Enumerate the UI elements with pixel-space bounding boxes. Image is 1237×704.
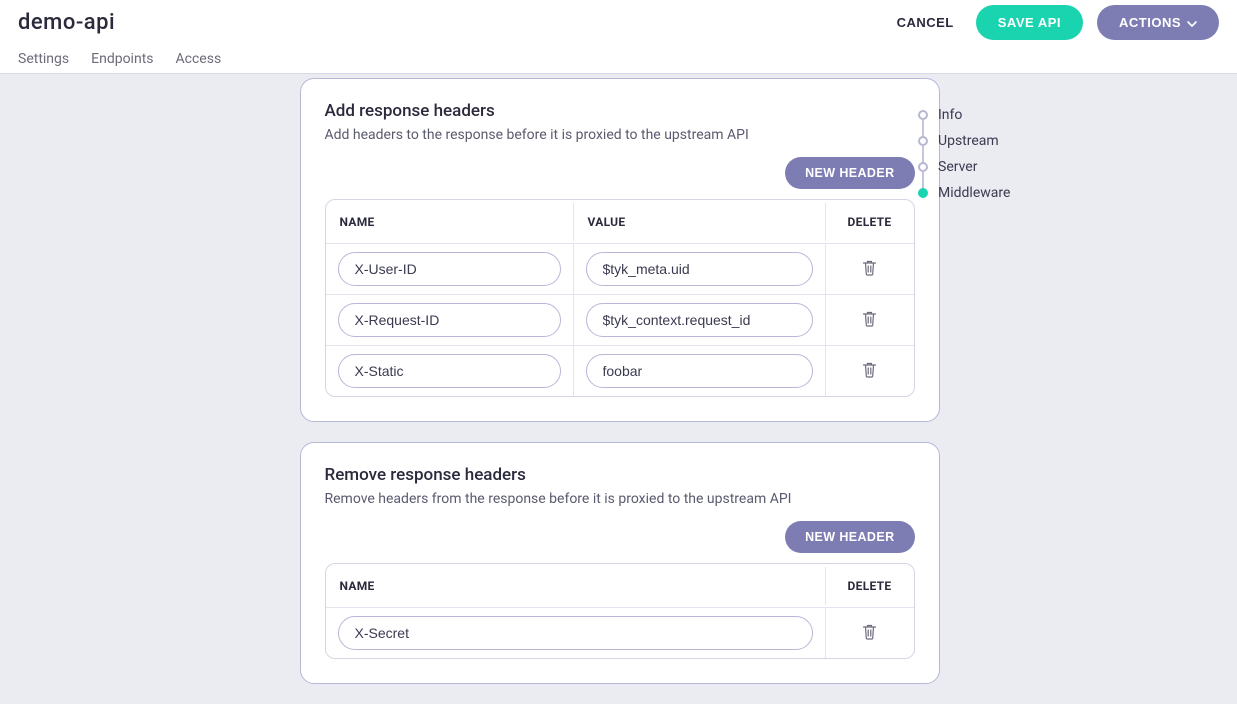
remove-headers-table: NAME DELETE <box>325 563 915 659</box>
header-name-input[interactable] <box>338 303 561 337</box>
save-api-button[interactable]: SAVE API <box>976 5 1083 40</box>
trash-icon <box>862 362 877 381</box>
header-name-input[interactable] <box>338 616 813 650</box>
card-desc: Remove headers from the response before … <box>325 491 915 507</box>
sidenav-item-middleware[interactable]: Middleware <box>918 180 1098 206</box>
table-row <box>326 346 914 396</box>
table-row <box>326 295 914 346</box>
table-row <box>326 244 914 295</box>
delete-row-button[interactable] <box>838 624 902 643</box>
app-title: demo-api <box>18 10 115 35</box>
sidenav-label: Upstream <box>938 133 999 149</box>
tab-access[interactable]: Access <box>176 51 222 67</box>
actions-button[interactable]: ACTIONS <box>1097 5 1219 40</box>
step-dot-icon <box>918 110 928 120</box>
col-header-value: VALUE <box>574 203 826 241</box>
cancel-button[interactable]: CANCEL <box>889 5 962 40</box>
col-header-name: NAME <box>326 567 826 605</box>
delete-row-button[interactable] <box>838 362 902 381</box>
sidenav-item-upstream[interactable]: Upstream <box>918 128 1098 154</box>
topbar-actions: CANCEL SAVE API ACTIONS <box>889 5 1219 40</box>
table-row <box>326 608 914 658</box>
sidenav-label: Server <box>938 159 977 175</box>
tab-settings[interactable]: Settings <box>18 51 69 67</box>
remove-response-headers-card: Remove response headers Remove headers f… <box>300 442 940 684</box>
side-nav: Info Upstream Server Middleware <box>918 78 1098 206</box>
card-title: Add response headers <box>325 101 915 121</box>
new-header-button[interactable]: NEW HEADER <box>785 157 914 189</box>
step-dot-icon <box>918 136 928 146</box>
add-headers-table: NAME VALUE DELETE <box>325 199 915 397</box>
sidenav-label: Info <box>938 107 962 123</box>
header-value-input[interactable] <box>586 252 813 286</box>
header-name-input[interactable] <box>338 252 561 286</box>
new-header-button[interactable]: NEW HEADER <box>785 521 914 553</box>
table-header-row: NAME DELETE <box>326 564 914 608</box>
col-header-delete: DELETE <box>826 203 914 241</box>
main: Add response headers Add headers to the … <box>0 74 1237 704</box>
delete-row-button[interactable] <box>838 311 902 330</box>
trash-icon <box>862 260 877 279</box>
step-dot-icon <box>918 188 928 198</box>
col-header-delete: DELETE <box>826 567 914 605</box>
tab-endpoints[interactable]: Endpoints <box>91 51 153 67</box>
header-value-input[interactable] <box>586 303 813 337</box>
tabs-row: Settings Endpoints Access <box>0 44 1237 74</box>
trash-icon <box>862 624 877 643</box>
add-response-headers-card: Add response headers Add headers to the … <box>300 78 940 422</box>
header-value-input[interactable] <box>586 354 813 388</box>
table-header-row: NAME VALUE DELETE <box>326 200 914 244</box>
sidenav-item-info[interactable]: Info <box>918 102 1098 128</box>
trash-icon <box>862 311 877 330</box>
col-header-name: NAME <box>326 203 574 241</box>
sidenav-label: Middleware <box>938 185 1010 201</box>
actions-button-label: ACTIONS <box>1119 15 1181 30</box>
topbar: demo-api CANCEL SAVE API ACTIONS <box>0 0 1237 44</box>
sidenav-item-server[interactable]: Server <box>918 154 1098 180</box>
chevron-down-icon <box>1187 17 1197 27</box>
card-title: Remove response headers <box>325 465 915 485</box>
delete-row-button[interactable] <box>838 260 902 279</box>
card-desc: Add headers to the response before it is… <box>325 127 915 143</box>
header-name-input[interactable] <box>338 354 561 388</box>
step-dot-icon <box>918 162 928 172</box>
